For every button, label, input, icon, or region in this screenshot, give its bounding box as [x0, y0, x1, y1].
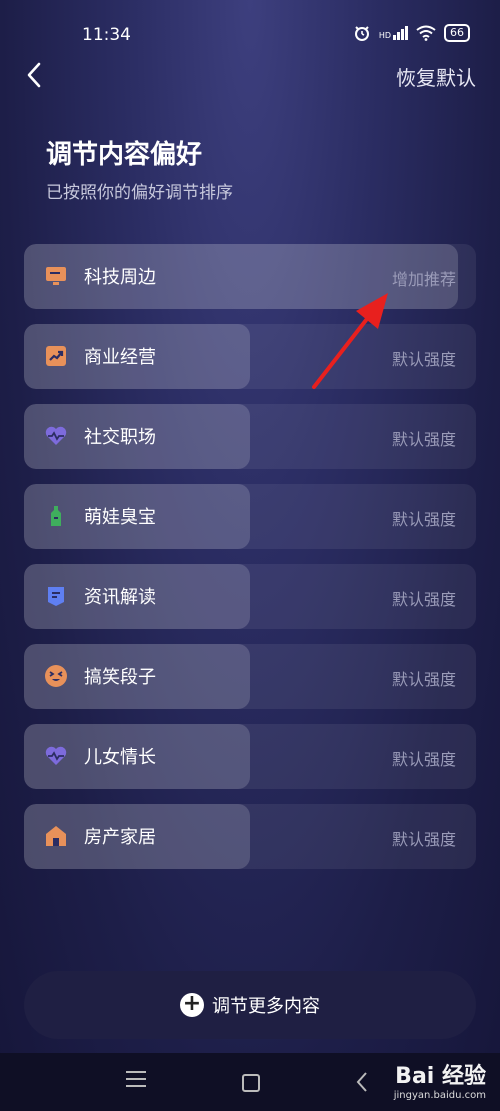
alarm-icon: [354, 26, 369, 41]
category-label: 房产家居: [84, 827, 156, 848]
category-level: 默认强度: [391, 590, 456, 609]
bookmark-icon: [48, 587, 64, 606]
watermark-url: jingyan.baidu.com: [393, 1090, 486, 1101]
category-level: 默认强度: [391, 510, 456, 529]
category-row-funny[interactable]: 搞笑段子 默认强度: [24, 644, 476, 709]
page-subtitle: 已按照你的偏好调节排序: [46, 183, 233, 203]
category-level: 默认强度: [391, 830, 456, 849]
category-label: 萌娃臭宝: [84, 507, 156, 528]
cellular-signal-icon: HD: [379, 26, 408, 40]
heartbeat-icon: [45, 426, 67, 445]
heartbeat-icon: [45, 746, 67, 765]
status-bar: 11:34 HD 66: [0, 0, 500, 70]
page-title: 调节内容偏好: [46, 140, 203, 170]
category-label: 搞笑段子: [84, 667, 156, 688]
plus-circle-icon: +: [180, 993, 204, 1017]
category-label: 儿女情长: [84, 747, 156, 768]
nav-back-button[interactable]: [356, 1071, 368, 1093]
category-row-baby[interactable]: 萌娃臭宝 默认强度: [24, 484, 476, 549]
baby-bottle-icon: [51, 506, 61, 526]
laugh-face-icon: [45, 665, 67, 687]
back-button[interactable]: [20, 58, 50, 92]
category-level: 默认强度: [391, 430, 456, 449]
monitor-icon: [46, 267, 66, 285]
category-row-realestate[interactable]: 房产家居 默认强度: [24, 804, 476, 869]
category-label: 科技周边: [84, 267, 156, 288]
adjust-more-content-button[interactable]: + 调节更多内容: [24, 971, 476, 1039]
category-label: 商业经营: [84, 347, 156, 368]
nav-home-button[interactable]: [242, 1074, 260, 1092]
category-level: 默认强度: [391, 670, 456, 689]
house-icon: [46, 826, 66, 846]
annotation-arrow-icon: [312, 293, 388, 389]
reset-default-button[interactable]: 恢复默认: [396, 62, 476, 91]
status-icons: HD 66: [353, 24, 470, 42]
nav-menu-button[interactable]: [126, 1071, 146, 1092]
category-row-news[interactable]: 资讯解读 默认强度: [24, 564, 476, 629]
watermark-brand: Bai 经验: [395, 1064, 486, 1089]
adjust-more-label: 调节更多内容: [212, 996, 320, 1017]
baidu-watermark: Bai 经验 jingyan.baidu.com: [394, 1058, 486, 1101]
category-label: 社交职场: [84, 427, 156, 448]
category-row-social[interactable]: 社交职场 默认强度: [24, 404, 476, 469]
trend-chart-icon: [46, 346, 66, 366]
category-level: 默认强度: [391, 750, 456, 769]
battery-indicator: 66: [444, 24, 470, 42]
category-label: 资讯解读: [84, 587, 156, 608]
wifi-icon: [416, 25, 436, 41]
status-time: 11:34: [82, 25, 131, 45]
category-row-romance[interactable]: 儿女情长 默认强度: [24, 724, 476, 789]
